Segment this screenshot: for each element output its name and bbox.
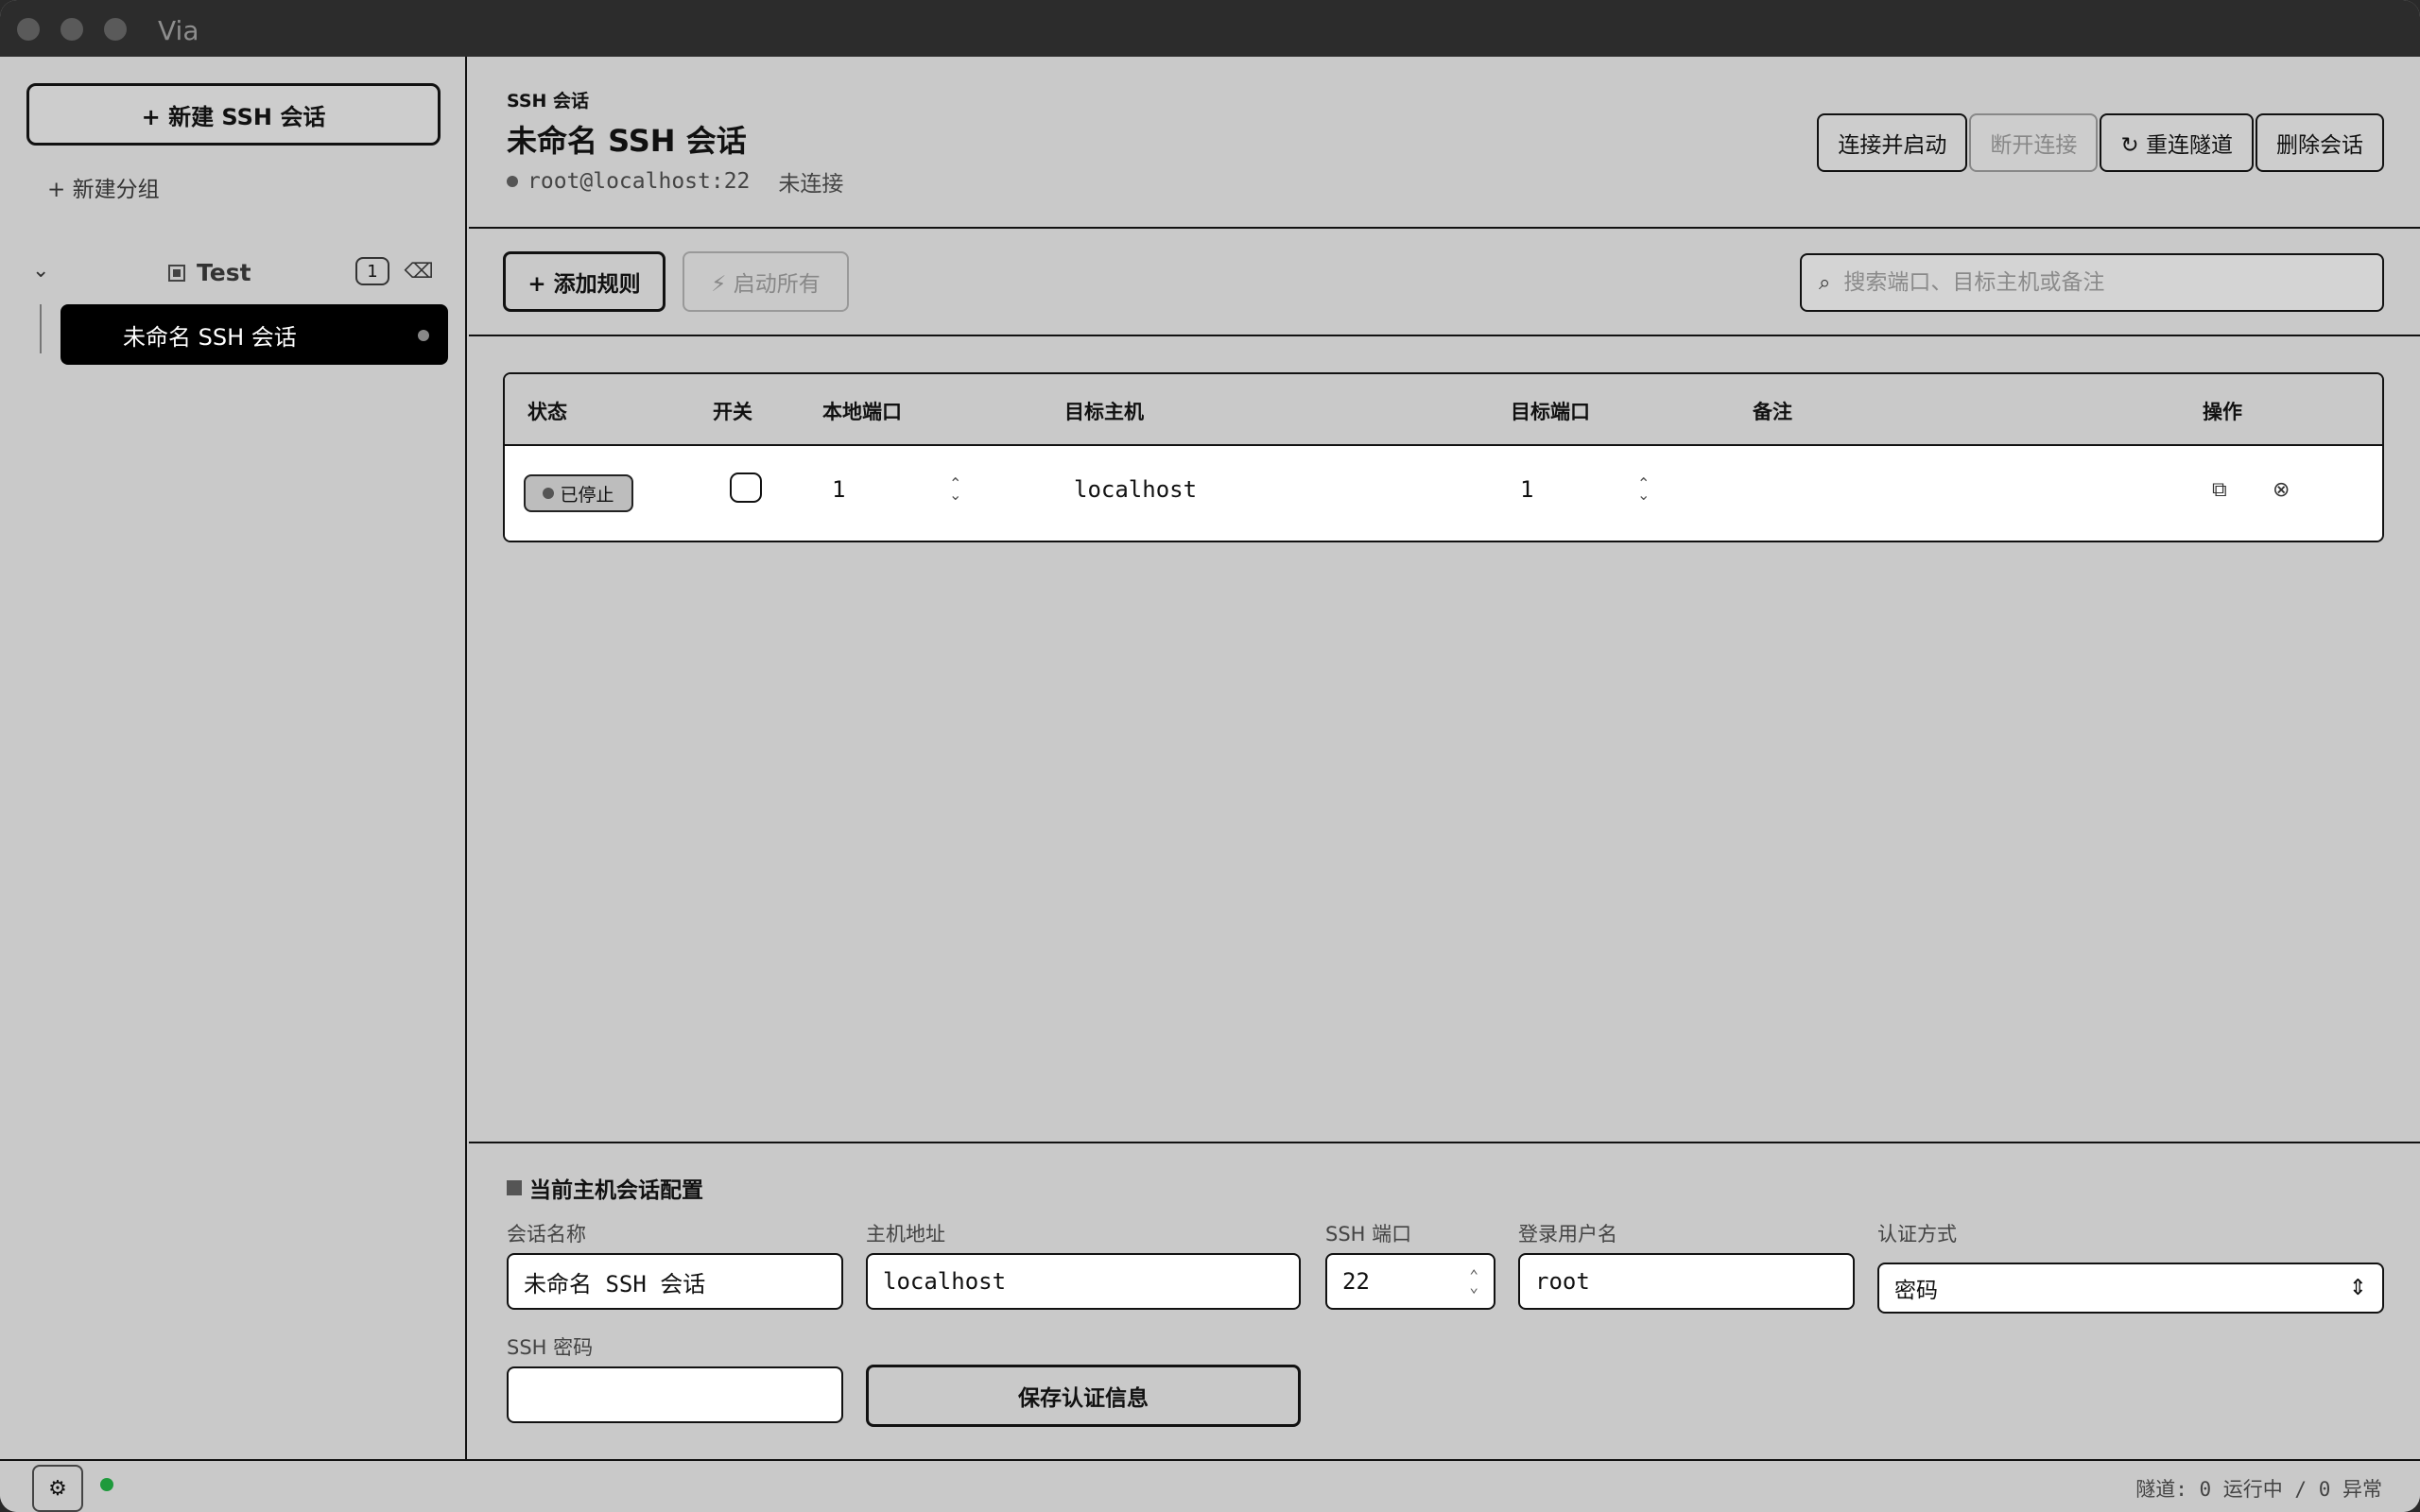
connection-info: root@localhost:22 未连接 [507, 165, 843, 198]
new-group-label: + 新建分组 [47, 178, 160, 202]
group-count-badge: 1 [355, 257, 389, 285]
start-all-button[interactable]: ⚡ 启动所有 [683, 251, 849, 312]
search-input[interactable] [1843, 270, 2336, 295]
save-auth-button[interactable]: 保存认证信息 [866, 1365, 1301, 1427]
divider [469, 1142, 2420, 1143]
column-header-target-host: 目标主机 [1064, 401, 1144, 423]
new-session-button[interactable]: + 新建 SSH 会话 [26, 83, 441, 146]
status-dot [543, 488, 555, 499]
local-port-stepper[interactable]: ⌃ ⌄ [949, 476, 961, 503]
user-label: 登录用户名 [1518, 1223, 1617, 1246]
divider [469, 227, 2420, 229]
minimize-window-button[interactable] [60, 18, 83, 41]
new-group-button[interactable]: + 新建分组 [47, 168, 160, 206]
column-header-status: 状态 [527, 401, 567, 423]
connection-status: 未连接 [778, 172, 844, 197]
password-input[interactable] [507, 1366, 843, 1423]
target-port-stepper[interactable]: ⌃ ⌄ [1637, 476, 1650, 503]
session-name-input[interactable]: 未命名 SSH 会话 [507, 1253, 843, 1310]
column-header-note: 备注 [1753, 401, 1792, 423]
tree-line [40, 304, 42, 353]
disconnect-button[interactable]: 断开连接 [1969, 113, 2099, 172]
target-host-input[interactable]: localhost [1074, 476, 1197, 503]
delete-session-button[interactable]: 删除会话 [2256, 113, 2384, 172]
config-icon [507, 1180, 522, 1195]
page-title: 未命名 SSH 会话 [507, 123, 747, 159]
delete-rule-icon[interactable]: ⊗ [2273, 478, 2290, 502]
status-dot [100, 1478, 113, 1491]
search-box: ⌕ [1800, 253, 2384, 312]
connection-dot [507, 176, 518, 187]
app-window: Via + 新建 SSH 会话 + 新建分组 ⌄ Test 1 ⌫ 未命名 SS… [0, 0, 2420, 1512]
tunnel-stats: 隧道: 0 运行中 / 0 异常 [2135, 1478, 2382, 1501]
header-kicker: SSH 会话 [507, 91, 590, 112]
port-input[interactable]: 22 ⌃ ⌄ [1325, 1253, 1495, 1310]
title-bar: Via [0, 0, 2420, 57]
session-name-label: 会话名称 [507, 1223, 586, 1246]
column-header-actions: 操作 [2203, 401, 2242, 423]
main-panel: SSH 会话 未命名 SSH 会话 root@localhost:22 未连接 … [469, 57, 2420, 1459]
column-header-toggle: 开关 [713, 401, 752, 423]
copy-icon[interactable]: ⧉ [2212, 478, 2227, 502]
gear-icon[interactable]: ⚙ [32, 1465, 83, 1512]
search-icon: ⌕ [1819, 270, 1831, 295]
select-chevron-icon: ⇕ [2348, 1276, 2367, 1300]
chevron-down-icon[interactable]: ⌄ [32, 259, 49, 283]
auth-label: 认证方式 [1877, 1223, 1957, 1246]
rules-table: 状态 开关 本地端口 目标主机 目标端口 备注 操作 已停止 1 ⌃ ⌄ loca… [503, 372, 2384, 542]
delete-group-icon[interactable]: ⌫ [403, 257, 435, 285]
status-text: 已停止 [560, 484, 614, 506]
sidebar-item-session[interactable]: 未命名 SSH 会话 [60, 304, 448, 365]
column-header-local-port: 本地端口 [822, 401, 902, 423]
add-rule-button[interactable]: + 添加规则 [503, 251, 666, 312]
close-window-button[interactable] [17, 18, 40, 41]
status-badge: 已停止 [524, 474, 633, 512]
target-port-input[interactable]: 1 [1520, 476, 1533, 503]
new-session-label: + 新建 SSH 会话 [141, 103, 326, 130]
divider [469, 335, 2420, 336]
table-row: 已停止 1 ⌃ ⌄ localhost 1 ⌃ ⌄ ⧉ ⊗ [505, 446, 2382, 541]
connect-button[interactable]: 连接并启动 [1817, 113, 1968, 172]
reconnect-button[interactable]: ↻ 重连隧道 [2100, 113, 2254, 172]
column-header-target-port: 目标端口 [1511, 401, 1590, 423]
host-label: 主机地址 [866, 1223, 945, 1246]
config-title: 当前主机会话配置 [507, 1172, 703, 1204]
window-title: Via [158, 15, 199, 46]
port-label: SSH 端口 [1325, 1223, 1412, 1246]
host-input[interactable]: localhost [866, 1253, 1301, 1310]
port-value: 22 [1342, 1268, 1370, 1295]
port-stepper[interactable]: ⌃ ⌄ [1469, 1268, 1478, 1295]
password-label: SSH 密码 [507, 1336, 594, 1359]
group-name: Test [197, 259, 251, 286]
group-row[interactable]: ⌄ Test 1 ⌫ [26, 253, 442, 295]
session-status-dot [418, 330, 429, 341]
connection-target: root@localhost:22 [527, 169, 751, 194]
group-icon [168, 265, 185, 282]
auth-value: 密码 [1894, 1279, 1938, 1303]
user-input[interactable]: root [1518, 1253, 1855, 1310]
auth-select[interactable]: 密码 ⇕ [1877, 1263, 2384, 1314]
sidebar: + 新建 SSH 会话 + 新建分组 ⌄ Test 1 ⌫ 未命名 SSH 会话 [0, 57, 467, 1459]
status-bar: ⚙ 隧道: 0 运行中 / 0 异常 [0, 1459, 2420, 1512]
sidebar-item-label: 未命名 SSH 会话 [123, 323, 297, 351]
config-title-text: 当前主机会话配置 [529, 1178, 703, 1203]
zoom-window-button[interactable] [104, 18, 127, 41]
table-header: 状态 开关 本地端口 目标主机 目标端口 备注 操作 [505, 374, 2382, 446]
header-actions: 连接并启动 断开连接 ↻ 重连隧道 删除会话 [1817, 113, 2384, 172]
rule-toggle[interactable] [730, 472, 762, 503]
local-port-input[interactable]: 1 [832, 476, 845, 503]
